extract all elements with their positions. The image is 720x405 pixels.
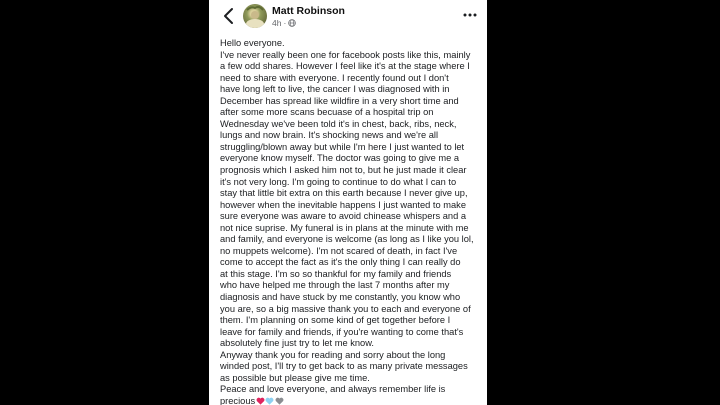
post-text-line: Wednesday we've been told it's in chest,… (220, 118, 457, 129)
post-meta: 4h · (272, 18, 297, 28)
post-text-line: not nice suprise. My funeral is in plans… (220, 222, 469, 233)
post-text-line: a few odd shares. However I feel like it… (220, 61, 470, 72)
post-text-line: no muppets welcome). I'm not scared of d… (220, 245, 458, 256)
post-text-line: have long left to live, the cancer I was… (220, 84, 450, 95)
post-text-line: come to accept the fact as it's the only… (220, 257, 461, 268)
post-text-line: who have helped me through the last 7 mo… (220, 280, 450, 291)
post-text-line: at this stage. I'm so so thankful for my… (220, 268, 452, 279)
post-text-line: everyone know myself. The doctor was goi… (220, 153, 460, 164)
post-text-line: you are, so a big massive thank you to e… (220, 303, 471, 314)
post-text-line: them. I'm planning on some kind of get t… (220, 315, 451, 326)
post-text-line: struggling/blown away but while I'm here… (220, 141, 465, 152)
post-text-line: need to share with everyone. I recently … (220, 72, 449, 83)
post-text-line: and family, and everyone is welcome (as … (220, 234, 474, 245)
post-text-line: lungs and now brain. It's shocking news … (220, 130, 439, 141)
globe-icon (288, 19, 297, 27)
avatar[interactable] (243, 4, 267, 28)
post-text-line: winded post, I'll try to get back to as … (220, 361, 468, 372)
post-text-line: after some more scans becuase of a hospi… (220, 107, 434, 118)
post-text-line: however when the inevitable happens I ju… (220, 199, 467, 210)
meta-separator: · (283, 18, 287, 28)
grey-heart-emoji (275, 397, 284, 405)
author-name[interactable]: Matt Robinson (272, 5, 345, 17)
heart-emojis (255, 396, 284, 405)
timestamp: 4h (272, 18, 282, 28)
post-header: Matt Robinson 4h · (209, 0, 487, 36)
post-text-line: I've never really been one for facebook … (220, 49, 471, 60)
post-text-line: Peace and love everyone, and always reme… (220, 384, 446, 395)
post-text: Hello everyone. I've never really been on… (220, 38, 484, 396)
post-text-line: December has spread like wildfire in a v… (220, 95, 459, 106)
post-text-line: prognosis which I asked him not to, but … (220, 165, 467, 176)
post-text-line: Anyway thank you for reading and sorry a… (220, 349, 446, 360)
avatar-image (246, 5, 264, 28)
post-text-line: leave for family and friends, if you're … (220, 326, 464, 337)
post-last-line: precious (220, 396, 484, 405)
post-text-line: stay that little bit extra on this earth… (220, 188, 468, 199)
post-text-line: sure everyone was aware to avoid chineas… (220, 211, 466, 222)
post-body: Hello everyone. I've never really been on… (220, 38, 484, 405)
post-text-line: Hello everyone. (220, 38, 285, 48)
back-chevron-icon[interactable] (221, 6, 237, 26)
post-last-line-text: precious (220, 395, 256, 405)
more-options-icon[interactable] (462, 10, 478, 20)
post-screen: Matt Robinson 4h · Hello everyone. I've n… (209, 0, 487, 405)
post-text-line: diagnosis and have stuck by me constantl… (220, 292, 461, 303)
post-text-line: it's not very long. I'm going to continu… (220, 176, 457, 187)
post-text-line: absolutely fine just try to let me know. (220, 338, 374, 349)
red-heart-emoji (256, 397, 265, 405)
post-text-line: as possible but please give me time. (220, 372, 370, 383)
light-blue-heart-emoji (265, 397, 274, 405)
